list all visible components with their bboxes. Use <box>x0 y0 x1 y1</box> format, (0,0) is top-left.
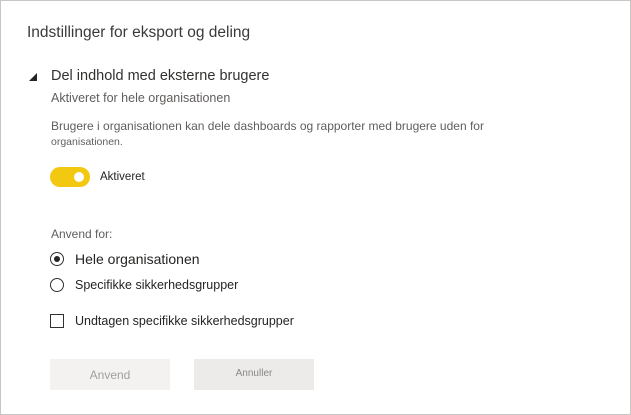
apply-for-label: Anvend for: <box>51 227 113 241</box>
description-line-2: organisationen. <box>51 136 123 148</box>
radio-dot <box>54 256 60 262</box>
radio-entire-organization[interactable]: Hele organisationen <box>50 251 200 267</box>
cancel-button[interactable]: Annuller <box>194 359 314 390</box>
exclude-groups-checkbox[interactable] <box>50 314 64 328</box>
radio-specific-groups[interactable]: Specifikke sikkerhedsgrupper <box>50 278 238 292</box>
toggle-knob <box>74 172 84 182</box>
exclude-groups-checkbox-row[interactable]: Undtagen specifikke sikkerhedsgrupper <box>50 314 294 328</box>
setting-status: Aktiveret for hele organisationen <box>51 91 231 105</box>
enable-toggle[interactable] <box>50 167 90 187</box>
setting-title[interactable]: Del indhold med eksterne brugere <box>51 68 269 84</box>
settings-panel: Indstillinger for eksport og deling Del … <box>0 0 631 415</box>
collapse-triangle-icon[interactable] <box>29 73 37 81</box>
enable-toggle-row: Aktiveret <box>50 167 145 187</box>
exclude-groups-label: Undtagen specifikke sikkerhedsgrupper <box>75 314 294 328</box>
radio-label-specific-groups: Specifikke sikkerhedsgrupper <box>75 278 239 292</box>
radio-button[interactable] <box>50 278 64 292</box>
radio-label-entire-organization: Hele organisationen <box>75 251 200 267</box>
apply-button[interactable]: Anvend <box>50 359 170 390</box>
description-line-1: Brugere i organisationen kan dele dashbo… <box>51 119 484 133</box>
toggle-label: Aktiveret <box>100 171 145 183</box>
setting-description: Brugere i organisationen kan dele dashbo… <box>51 118 551 150</box>
section-title: Indstillinger for eksport og deling <box>27 24 251 41</box>
radio-button-selected[interactable] <box>50 252 64 266</box>
